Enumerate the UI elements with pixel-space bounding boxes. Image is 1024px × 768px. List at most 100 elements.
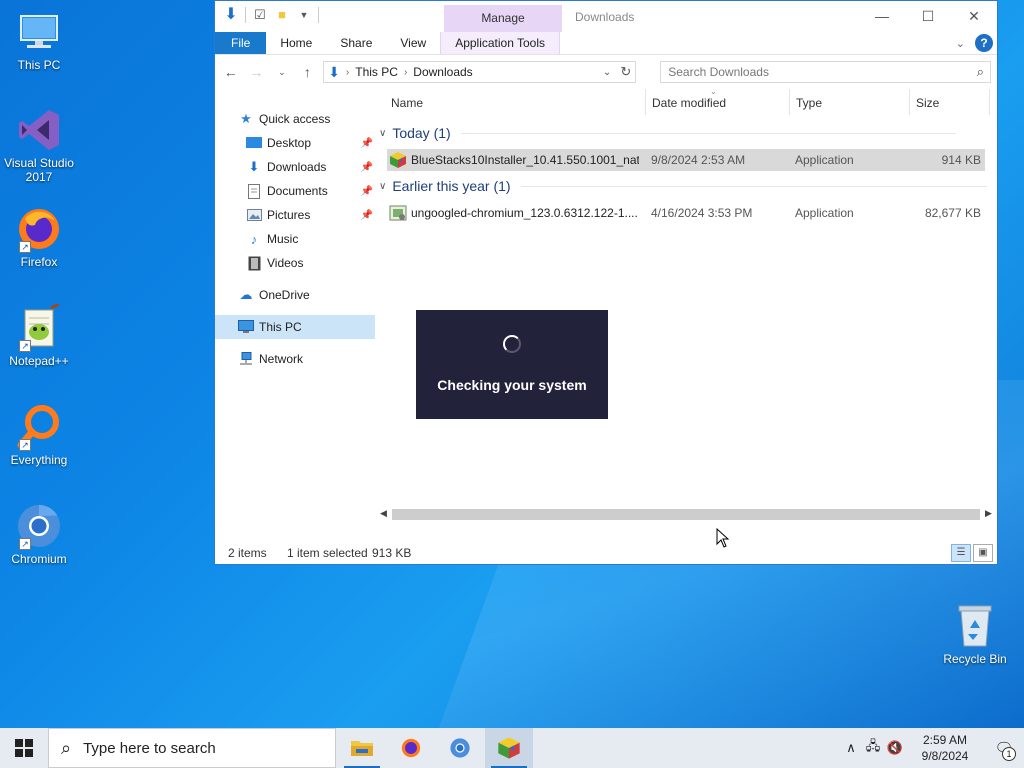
help-icon[interactable]: ? xyxy=(975,34,993,52)
tab-file[interactable]: File xyxy=(215,32,267,54)
clock-time: 2:59 AM xyxy=(922,733,968,747)
pin-icon[interactable]: 📌 xyxy=(361,162,373,173)
pin-icon[interactable]: 📌 xyxy=(361,186,373,197)
desktop-icon-this-pc[interactable]: This PC xyxy=(0,8,78,72)
chevron-down-icon[interactable]: ∨ xyxy=(379,181,386,192)
nav-item-documents[interactable]: Documents 📌 xyxy=(215,179,375,203)
taskbar-bluestacks[interactable] xyxy=(485,728,533,768)
search-input[interactable]: Search Downloads ⌕ xyxy=(660,61,991,83)
column-divider[interactable] xyxy=(989,89,990,115)
sort-chevron-icon: ⌄ xyxy=(710,87,717,96)
tab-application-tools[interactable]: Application Tools xyxy=(440,32,561,54)
maximize-button[interactable]: ☐ xyxy=(905,1,951,31)
properties-checkbox-icon[interactable]: ☑ xyxy=(252,7,268,23)
firefox-icon: ↗ xyxy=(15,205,63,253)
contextual-tab-manage[interactable]: Manage xyxy=(444,5,562,32)
column-divider[interactable] xyxy=(909,89,910,115)
column-header-type[interactable]: Type xyxy=(796,96,822,110)
nav-item-quick-access[interactable]: ★ Quick access xyxy=(215,107,375,131)
forward-arrow-icon[interactable]: → xyxy=(247,64,267,80)
nav-item-pictures[interactable]: Pictures 📌 xyxy=(215,203,375,227)
nav-item-videos[interactable]: Videos xyxy=(215,251,375,275)
title-bar: ⬇ ☑ ■ ▼ Manage Downloads — ☐ ✕ xyxy=(215,1,997,32)
nav-item-downloads[interactable]: ⬇ Downloads 📌 xyxy=(215,155,375,179)
nav-item-network[interactable]: Network xyxy=(215,347,375,371)
chevron-down-icon[interactable]: ∨ xyxy=(379,128,386,139)
nav-item-music[interactable]: ♪ Music xyxy=(215,227,375,251)
desktop-icon-recycle-bin[interactable]: Recycle Bin xyxy=(936,602,1014,666)
qat-divider xyxy=(245,7,246,23)
breadcrumb-this-pc[interactable]: This PC xyxy=(355,65,398,79)
up-arrow-icon[interactable]: ↑ xyxy=(298,64,318,80)
action-center-button[interactable]: 🗨 1 xyxy=(984,739,1024,761)
desktop-icon-everything[interactable]: ↗ Everything xyxy=(0,403,78,467)
taskbar: ⌕ Type here to search ∧ 🖧 🔇 2:59 AM 9/8/… xyxy=(0,728,1024,768)
column-header-date-modified[interactable]: Date modified xyxy=(652,96,726,110)
nav-item-this-pc[interactable]: This PC xyxy=(215,315,375,339)
status-selection-size: 913 KB xyxy=(372,546,412,560)
horizontal-scrollbar[interactable]: ◀ ▶ xyxy=(375,505,997,522)
network-status-icon[interactable]: 🖧 xyxy=(862,737,884,759)
nav-item-onedrive[interactable]: ☁ OneDrive xyxy=(215,283,375,307)
address-dropdown-icon[interactable]: ⌄ xyxy=(603,67,611,78)
tab-share[interactable]: Share xyxy=(326,32,386,54)
column-divider[interactable] xyxy=(789,89,790,115)
search-icon[interactable]: ⌕ xyxy=(977,64,984,80)
desktop-icon-chromium[interactable]: ↗ Chromium xyxy=(0,502,78,566)
new-folder-icon[interactable]: ■ xyxy=(274,7,290,23)
tab-view[interactable]: View xyxy=(386,32,440,54)
chevron-down-icon[interactable]: ⌄ xyxy=(956,37,965,50)
search-icon: ⌕ xyxy=(61,737,72,758)
file-row[interactable]: ungoogled-chromium_123.0.6312.122-1.... … xyxy=(387,202,985,224)
taskbar-clock[interactable]: 2:59 AM 9/8/2024 xyxy=(906,732,984,764)
download-arrow-icon: ⬇ xyxy=(248,159,260,174)
qat-customize-icon[interactable]: ▼ xyxy=(296,7,312,23)
pin-icon[interactable]: 📌 xyxy=(361,138,373,149)
shortcut-arrow-icon: ↗ xyxy=(19,340,31,352)
pin-icon[interactable]: 📌 xyxy=(361,210,373,221)
minimize-button[interactable]: — xyxy=(859,1,905,31)
status-bar: 2 items 1 item selected 913 KB ☰ ▣ xyxy=(215,542,997,564)
breadcrumb-separator-icon[interactable]: › xyxy=(346,67,349,78)
qat-divider xyxy=(318,7,319,23)
group-header-today[interactable]: ∨ Today (1) xyxy=(379,125,956,141)
details-view-icon[interactable]: ☰ xyxy=(951,544,971,562)
refresh-icon[interactable]: ↻ xyxy=(620,64,631,80)
large-icons-view-icon[interactable]: ▣ xyxy=(973,544,993,562)
taskbar-file-explorer[interactable] xyxy=(338,728,386,768)
recent-locations-chevron-icon[interactable]: ⌄ xyxy=(272,67,292,78)
taskbar-search-box[interactable]: ⌕ Type here to search xyxy=(48,728,336,768)
close-button[interactable]: ✕ xyxy=(951,1,997,31)
taskbar-chromium[interactable] xyxy=(436,728,484,768)
nav-item-label: Documents xyxy=(267,184,328,198)
network-icon xyxy=(237,351,255,367)
splash-message: Checking your system xyxy=(437,377,587,393)
back-arrow-icon[interactable]: ← xyxy=(221,64,241,80)
file-row[interactable]: BlueStacks10Installer_10.41.550.1001_nat… xyxy=(387,149,985,171)
show-hidden-icons-chevron-icon[interactable]: ∧ xyxy=(840,740,862,756)
address-bar[interactable]: ⬇ › This PC › Downloads ⌄ ↻ xyxy=(323,61,637,83)
taskbar-firefox[interactable] xyxy=(387,728,435,768)
column-header-size[interactable]: Size xyxy=(916,96,939,110)
nav-item-label: Quick access xyxy=(259,112,331,126)
scrollbar-thumb[interactable] xyxy=(392,509,980,520)
nav-item-desktop[interactable]: Desktop 📌 xyxy=(215,131,375,155)
desktop-icon-notepadpp[interactable]: ↗ Notepad++ xyxy=(0,302,78,368)
tab-home[interactable]: Home xyxy=(266,32,326,54)
breadcrumb-downloads[interactable]: Downloads xyxy=(413,65,472,79)
group-divider-line xyxy=(460,132,956,134)
volume-muted-icon[interactable]: 🔇 xyxy=(884,740,906,756)
column-header-name[interactable]: Name xyxy=(391,96,423,110)
desktop-icon-firefox[interactable]: ↗ Firefox xyxy=(0,205,78,269)
shortcut-arrow-icon: ↗ xyxy=(19,439,31,451)
film-icon xyxy=(245,255,263,271)
scroll-left-icon[interactable]: ◀ xyxy=(375,505,392,522)
column-divider[interactable] xyxy=(645,89,646,115)
start-button[interactable] xyxy=(0,728,48,768)
search-magnifier-icon: ↗ xyxy=(15,403,63,451)
desktop-icon-visual-studio[interactable]: Visual Studio 2017 xyxy=(0,106,78,184)
scroll-right-icon[interactable]: ▶ xyxy=(980,505,997,522)
breadcrumb-separator-icon[interactable]: › xyxy=(404,67,407,78)
group-header-earlier-this-year[interactable]: ∨ Earlier this year (1) xyxy=(379,178,987,194)
shortcut-arrow-icon: ↗ xyxy=(19,538,31,550)
